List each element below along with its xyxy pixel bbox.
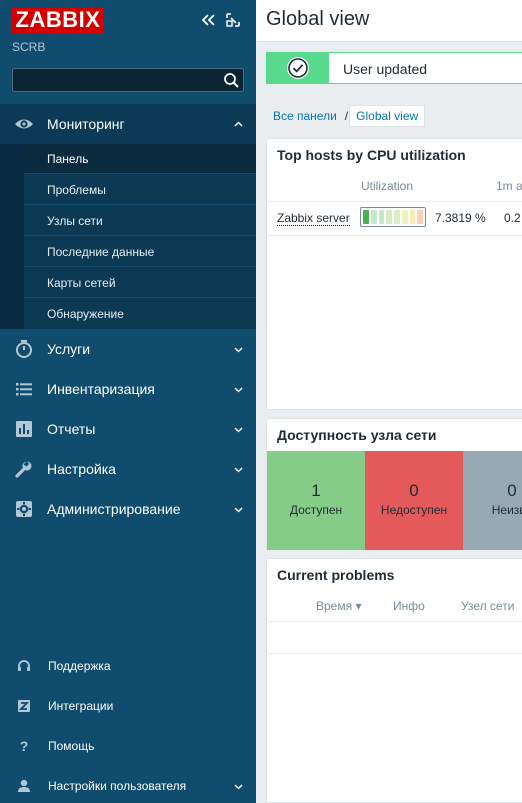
- breadcrumb-all-dashboards[interactable]: Все панели: [266, 105, 344, 127]
- chevron-down-icon: [234, 387, 243, 393]
- page-header: Global view: [256, 0, 522, 42]
- widget-title: Top hosts by CPU utilization: [277, 147, 466, 163]
- headset-icon: [18, 660, 30, 671]
- success-message: User updated: [266, 52, 522, 84]
- column-header-host: Узел сети: [461, 599, 515, 613]
- column-header-utilization: Utilization: [361, 179, 414, 193]
- chevron-down-icon: [234, 427, 243, 433]
- check-circle-icon: [287, 57, 309, 79]
- sort-desc-icon: ▾: [355, 599, 362, 613]
- availability-label: Доступен: [289, 503, 343, 517]
- footer-item-label: Поддержка: [48, 659, 111, 673]
- menu-section-configuration[interactable]: Настройка: [0, 449, 256, 489]
- availability-label: Недоступен: [380, 503, 448, 517]
- footer-item-label: Настройки пользователя: [48, 779, 187, 793]
- availability-tile-unavailable[interactable]: 0 Недоступен: [365, 451, 463, 550]
- page-title: Global view: [266, 8, 370, 30]
- breadcrumb: Все панели / Global view: [266, 105, 426, 127]
- availability-count: 0: [507, 481, 517, 500]
- message-icon-area: [267, 53, 329, 83]
- submenu-item-maps[interactable]: Карты сетей: [24, 268, 256, 298]
- menu-section-inventory[interactable]: Инвентаризация: [0, 369, 256, 409]
- column-header-info: Инфо: [393, 599, 425, 613]
- submenu-item-problems[interactable]: Проблемы: [24, 175, 256, 205]
- sidebar: ZABBIX SCRB Мониторинг Панель Проблемы У…: [0, 0, 256, 803]
- availability-count: 1: [311, 481, 321, 500]
- footer-item-user-settings[interactable]: Настройки пользователя: [0, 766, 256, 803]
- footer-item-integrations[interactable]: Интеграции: [0, 686, 256, 726]
- user-icon: [18, 779, 30, 792]
- wrench-icon: [15, 461, 32, 478]
- menu-section-label: Мониторинг: [47, 116, 125, 132]
- eye-icon: [15, 119, 33, 129]
- gear-icon: [16, 501, 32, 517]
- row-divider: [267, 621, 522, 622]
- svg-text:?: ?: [20, 738, 29, 754]
- submenu-rail: [0, 144, 24, 329]
- widget-current-problems: Current problems Время ▾ Инфо Узел сети: [266, 558, 522, 803]
- column-header-label: Время: [316, 599, 353, 613]
- breadcrumb-current-dashboard[interactable]: Global view: [349, 105, 426, 127]
- menu-section-administration[interactable]: Администрирование: [0, 489, 256, 529]
- chevron-down-icon: [234, 507, 243, 513]
- list-icon: [16, 383, 32, 396]
- search-icon[interactable]: [223, 72, 240, 89]
- menu-section-label: Отчеты: [47, 421, 96, 437]
- menu-section-label: Инвентаризация: [47, 381, 155, 397]
- menu-section-reports[interactable]: Отчеты: [0, 409, 256, 449]
- chevron-down-icon: [234, 467, 243, 473]
- menu-section-label: Администрирование: [47, 501, 181, 517]
- bar-chart-icon: [16, 421, 32, 437]
- stopwatch-icon: [16, 340, 32, 358]
- sidebar-search: [12, 68, 244, 92]
- availability-tile-unknown[interactable]: 0 Неизве: [463, 451, 522, 550]
- menu-section-monitoring[interactable]: Мониторинг: [0, 104, 256, 144]
- menu-section-services[interactable]: Услуги: [0, 329, 256, 369]
- submenu-item-hosts[interactable]: Узлы сети: [24, 206, 256, 236]
- submenu-item-dashboard[interactable]: Панель: [24, 144, 256, 174]
- integrations-icon: [18, 700, 30, 712]
- host-link[interactable]: Zabbix server: [277, 211, 350, 226]
- footer-item-help[interactable]: ? Помощь: [0, 726, 256, 766]
- widget-host-availability: Доступность узла сети 1 Доступен 0 Недос…: [266, 418, 522, 550]
- menu-section-label: Настройка: [47, 461, 116, 477]
- collapse-sidebar-icon[interactable]: [199, 11, 217, 29]
- chevron-down-icon: [234, 784, 243, 790]
- availability-tile-available[interactable]: 1 Доступен: [267, 451, 365, 550]
- server-name: SCRB: [12, 40, 46, 54]
- monitoring-submenu: Панель Проблемы Узлы сети Последние данн…: [0, 144, 256, 329]
- row-divider: [267, 653, 522, 654]
- row-divider: [267, 235, 522, 236]
- widget-title: Current problems: [277, 567, 395, 583]
- column-header-time[interactable]: Время ▾: [316, 599, 361, 613]
- availability-label: Неизве: [491, 503, 522, 517]
- column-header-load: 1m a: [496, 179, 522, 193]
- utilization-value: 7.3819 %: [435, 211, 486, 225]
- load-value: 0.2: [504, 211, 521, 225]
- kiosk-mode-icon[interactable]: [224, 11, 242, 29]
- zabbix-logo[interactable]: ZABBIX: [12, 7, 104, 33]
- submenu-item-latest-data[interactable]: Последние данные: [24, 237, 256, 267]
- utilization-gauge: [360, 207, 426, 227]
- footer-item-label: Интеграции: [48, 699, 114, 713]
- help-icon: ?: [20, 738, 29, 754]
- main-content: Global view User updated Все панели / Gl…: [256, 0, 522, 803]
- widget-title: Доступность узла сети: [277, 427, 437, 443]
- submenu-item-discovery[interactable]: Обнаружение: [24, 299, 256, 329]
- search-input[interactable]: [13, 69, 243, 91]
- chevron-up-icon: [234, 121, 243, 127]
- message-text: User updated: [343, 61, 428, 77]
- footer-item-label: Помощь: [48, 739, 95, 753]
- menu-section-label: Услуги: [47, 341, 91, 357]
- chevron-down-icon: [234, 347, 243, 353]
- availability-count: 0: [409, 481, 419, 500]
- widget-top-hosts: Top hosts by CPU utilization Utilization…: [266, 138, 522, 410]
- footer-item-support[interactable]: Поддержка: [0, 646, 256, 686]
- row-divider: [267, 201, 522, 202]
